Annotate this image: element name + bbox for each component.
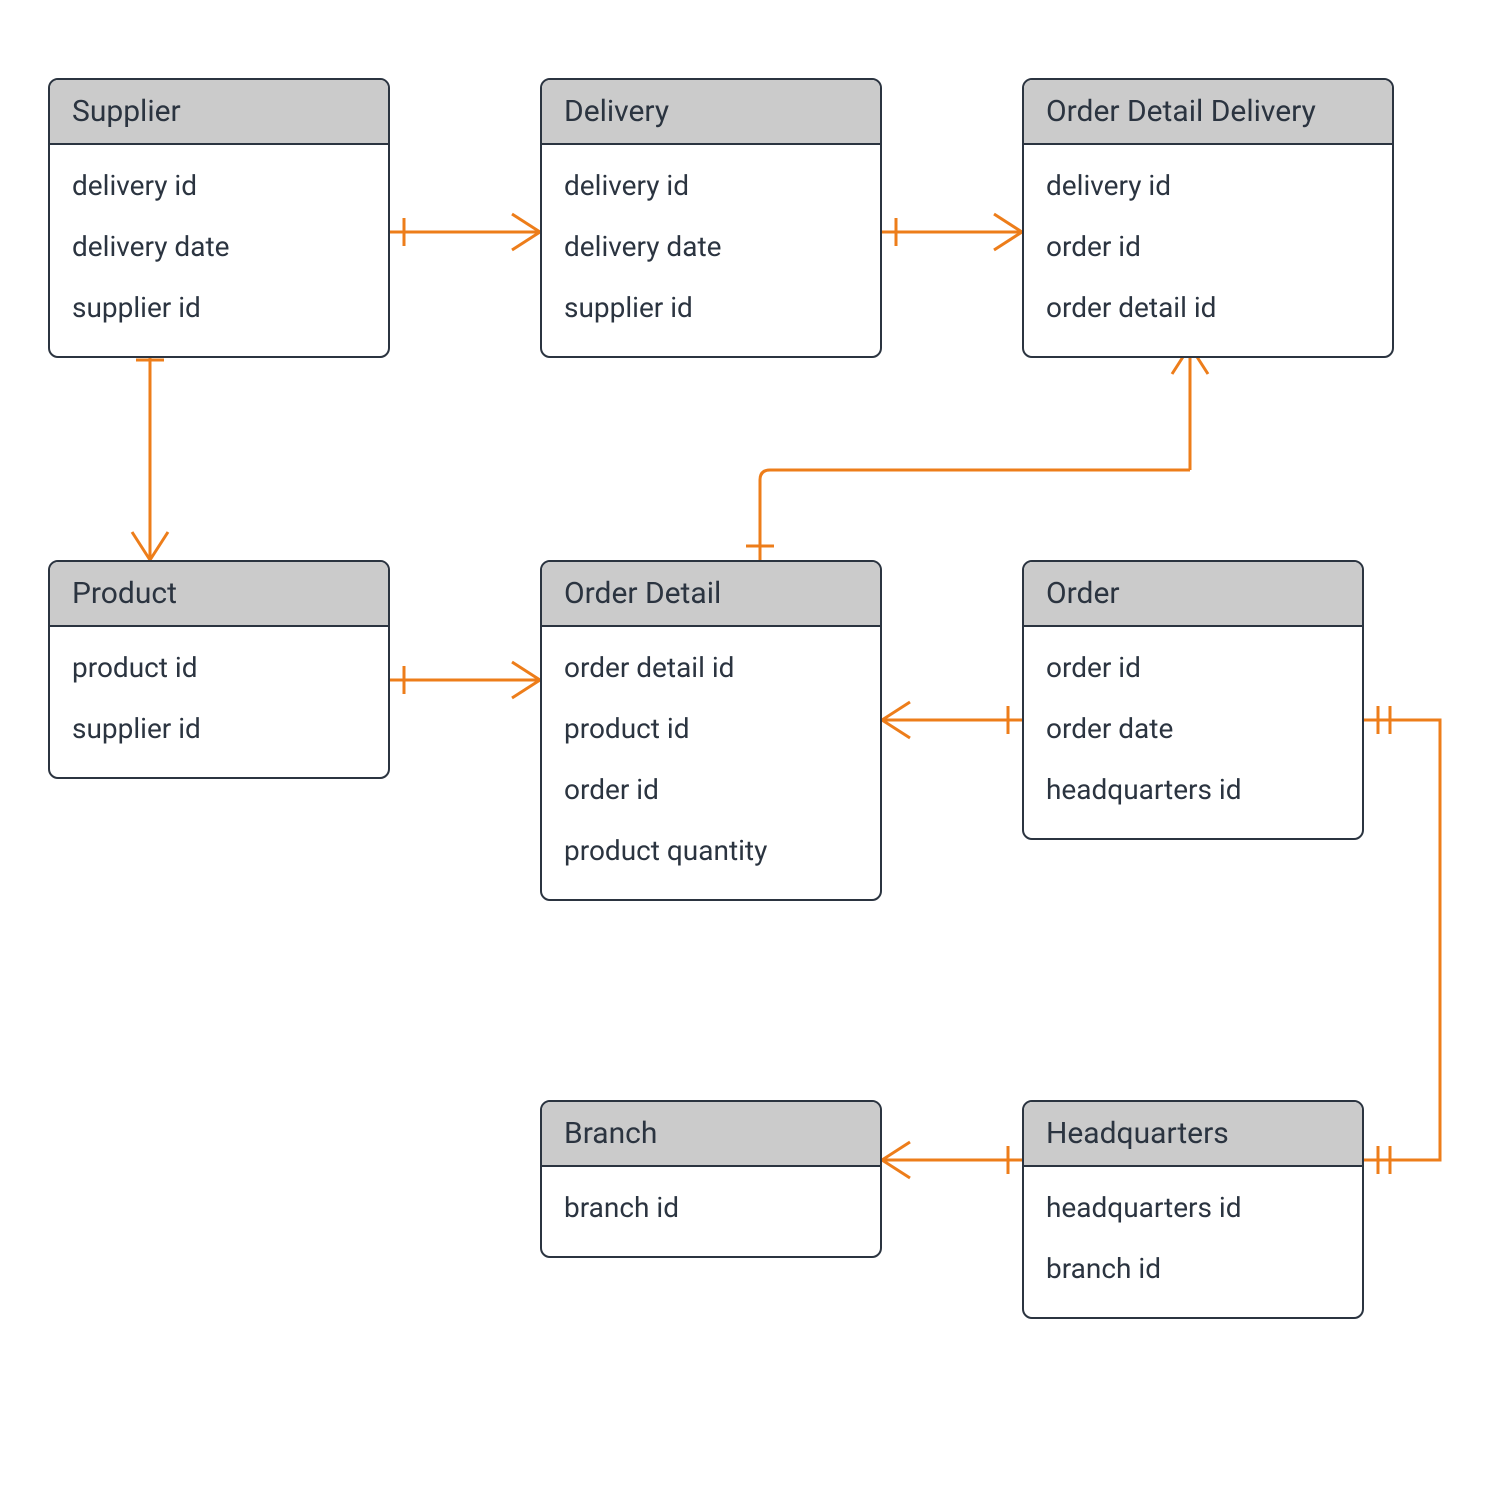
attribute: headquarters id [1046, 759, 1340, 820]
entity-header: Order [1024, 562, 1362, 627]
attribute: headquarters id [1046, 1177, 1340, 1238]
entity-header: Supplier [50, 80, 388, 145]
entity-body: order detail id product id order id prod… [542, 627, 880, 899]
attribute: branch id [564, 1177, 858, 1238]
entity-headquarters[interactable]: Headquarters headquarters id branch id [1022, 1100, 1364, 1319]
attribute: supplier id [72, 277, 366, 338]
entity-header: Branch [542, 1102, 880, 1167]
entity-body: delivery id delivery date supplier id [542, 145, 880, 356]
entity-body: delivery id delivery date supplier id [50, 145, 388, 356]
attribute: delivery date [72, 216, 366, 277]
attribute: delivery id [1046, 155, 1370, 216]
attribute: supplier id [72, 698, 366, 759]
attribute: order id [1046, 216, 1370, 277]
entity-header: Headquarters [1024, 1102, 1362, 1167]
entity-body: order id order date headquarters id [1024, 627, 1362, 838]
entity-body: branch id [542, 1167, 880, 1256]
entity-supplier[interactable]: Supplier delivery id delivery date suppl… [48, 78, 390, 358]
er-diagram-canvas: { "entities": { "supplier": { "title": "… [0, 0, 1500, 1500]
attribute: order detail id [564, 637, 858, 698]
attribute: order detail id [1046, 277, 1370, 338]
entity-header: Product [50, 562, 388, 627]
entity-delivery[interactable]: Delivery delivery id delivery date suppl… [540, 78, 882, 358]
attribute: branch id [1046, 1238, 1340, 1299]
entity-header: Order Detail [542, 562, 880, 627]
attribute: product quantity [564, 820, 858, 881]
attribute: order id [564, 759, 858, 820]
attribute: delivery id [564, 155, 858, 216]
entity-order-detail[interactable]: Order Detail order detail id product id … [540, 560, 882, 901]
attribute: order id [1046, 637, 1340, 698]
attribute: delivery date [564, 216, 858, 277]
entity-order[interactable]: Order order id order date headquarters i… [1022, 560, 1364, 840]
entity-header: Delivery [542, 80, 880, 145]
attribute: delivery id [72, 155, 366, 216]
entity-order-detail-delivery[interactable]: Order Detail Delivery delivery id order … [1022, 78, 1394, 358]
entity-body: headquarters id branch id [1024, 1167, 1362, 1317]
entity-product[interactable]: Product product id supplier id [48, 560, 390, 779]
attribute: product id [72, 637, 366, 698]
entity-header: Order Detail Delivery [1024, 80, 1392, 145]
entity-body: delivery id order id order detail id [1024, 145, 1392, 356]
entity-body: product id supplier id [50, 627, 388, 777]
attribute: supplier id [564, 277, 858, 338]
attribute: order date [1046, 698, 1340, 759]
entity-branch[interactable]: Branch branch id [540, 1100, 882, 1258]
attribute: product id [564, 698, 858, 759]
